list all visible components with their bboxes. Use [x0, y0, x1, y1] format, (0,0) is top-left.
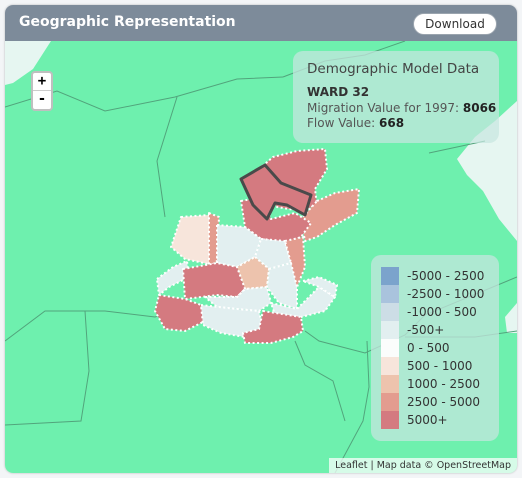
zoom-in-button[interactable]: + [33, 73, 51, 91]
info-heading: Demographic Model Data [307, 61, 480, 77]
legend-item: -1000 - 500 [381, 303, 489, 321]
ward-west-4 [182, 262, 246, 300]
download-button[interactable]: Download [413, 13, 497, 35]
legend-label: 2500 - 5000 [407, 395, 481, 409]
map-canvas[interactable]: + - Demographic Model Data WARD 32 Migra… [5, 41, 517, 473]
legend-item: 500 - 1000 [381, 357, 489, 375]
legend-label: -500+ [407, 323, 445, 337]
legend-label: 5000+ [407, 413, 448, 427]
legend-swatch [381, 321, 399, 339]
legend-swatch [381, 393, 399, 411]
legend-swatch [381, 267, 399, 285]
info-panel: Demographic Model Data WARD 32 Migration… [293, 51, 499, 143]
water-bottom-right [505, 303, 517, 333]
zoom-out-button[interactable]: - [33, 91, 51, 109]
flow-value: 668 [379, 116, 405, 130]
map-card: Geographic Representation Download + - D… [5, 5, 517, 473]
legend-label: 1000 - 2500 [407, 377, 481, 391]
migration-label: Migration Value for 1997: [307, 101, 463, 115]
legend: -5000 - 2500 -2500 - 1000 -1000 - 500 -500+… [371, 255, 499, 441]
migration-value: 8066 [462, 101, 497, 115]
flow-label: Flow Value: [307, 116, 380, 130]
legend-label: 0 - 500 [407, 341, 450, 355]
legend-label: 500 - 1000 [407, 359, 473, 373]
info-flow: Flow Value: 668 [307, 116, 485, 130]
info-migration: Migration Value for 1997: 8066 [307, 101, 496, 115]
zoom-control: + - [31, 71, 53, 111]
legend-item: -2500 - 1000 [381, 285, 489, 303]
legend-item: 0 - 500 [381, 339, 489, 357]
legend-swatch [381, 411, 399, 429]
legend-swatch [381, 285, 399, 303]
legend-swatch [381, 339, 399, 357]
legend-label: -5000 - 2500 [407, 269, 485, 283]
card-header: Geographic Representation Download [5, 5, 517, 41]
info-ward: WARD 32 [307, 85, 370, 99]
legend-swatch [381, 375, 399, 393]
legend-item: 2500 - 5000 [381, 393, 489, 411]
legend-label: -2500 - 1000 [407, 287, 485, 301]
card-title: Geographic Representation [19, 14, 236, 30]
legend-item: -5000 - 2500 [381, 267, 489, 285]
legend-swatch [381, 303, 399, 321]
legend-item: -500+ [381, 321, 489, 339]
map-attribution[interactable]: Leaflet | Map data © OpenStreetMap [329, 458, 517, 473]
legend-item: 5000+ [381, 411, 489, 429]
legend-swatch [381, 357, 399, 375]
legend-item: 1000 - 2500 [381, 375, 489, 393]
ward-southwest-1 [154, 294, 206, 332]
legend-label: -1000 - 500 [407, 305, 477, 319]
